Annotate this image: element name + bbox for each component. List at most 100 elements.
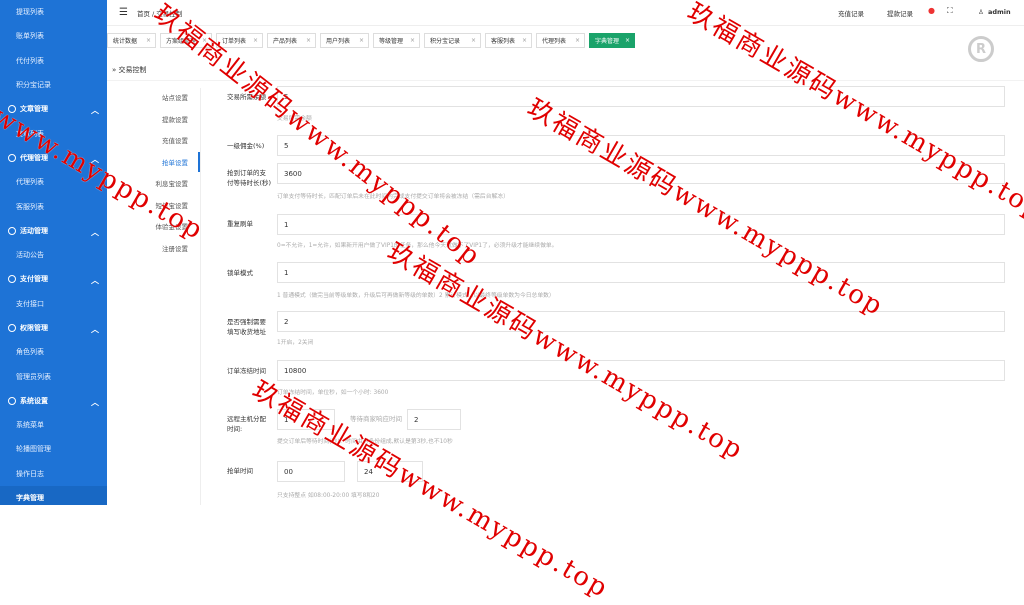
tab-strip: 统计数据×方案组管理×订单列表×产品列表×用户列表×等级管理×积分宝记录×客服列… xyxy=(107,33,1024,50)
tab-label: 积分宝记录 xyxy=(430,36,460,45)
tab-label: 字典管理 xyxy=(595,36,619,45)
balance-input[interactable]: 5 xyxy=(277,86,1005,107)
sidebar-group[interactable]: 活动管理︿ xyxy=(0,219,107,243)
field-label: 抢到订单的支付等待时长(秒) xyxy=(227,168,272,188)
sidebar-group[interactable]: 代理管理 ︿ xyxy=(0,146,107,170)
grab-start-hour-input[interactable]: 00 xyxy=(277,461,345,482)
sidebar-item-label: 角色列表 xyxy=(16,347,44,357)
field-label: 抢单时间 xyxy=(227,466,277,476)
sidebar-item[interactable]: 管理员列表 xyxy=(0,364,107,388)
menu-toggle-icon[interactable]: ☰ xyxy=(119,7,128,18)
sidebar-item[interactable]: 文章列表 xyxy=(0,121,107,145)
close-icon[interactable]: × xyxy=(253,37,258,44)
sidebar-item-label: 账单列表 xyxy=(16,31,44,41)
tab-label: 用户列表 xyxy=(326,36,350,45)
grab-end-hour-input[interactable]: 24 xyxy=(357,461,423,482)
sidebar-item[interactable]: 系统菜单 xyxy=(0,413,107,437)
chevron-up-icon: ︿ xyxy=(91,105,99,116)
tab[interactable]: 等级管理 × xyxy=(373,33,420,48)
field-hint: 提交订单后等待时间(秒)：时间由对多份组成,默认是第3秒,也不10秒 xyxy=(277,436,453,445)
sidebar-item[interactable]: 字典管理 xyxy=(0,486,107,505)
sidebar-item[interactable]: 代付列表 xyxy=(0,49,107,73)
tab[interactable]: 积分宝记录 × xyxy=(424,33,481,48)
field-hint: 只支持整点 如08:00-20:00 填写8和20 xyxy=(277,490,379,499)
sidebar-group[interactable]: 系统设置︿ xyxy=(0,389,107,413)
subnav-item[interactable]: 提款设置 xyxy=(162,114,188,124)
tab[interactable]: 统计数据 × xyxy=(107,33,156,48)
subnav-item[interactable]: 注册设置 xyxy=(162,243,188,253)
sidebar-item-label: 客服列表 xyxy=(16,202,44,212)
close-icon[interactable]: × xyxy=(522,37,527,44)
remote-host-time-input[interactable]: 1 xyxy=(277,409,335,430)
sidebar-item[interactable]: 操作日志 xyxy=(0,462,107,486)
watermark-text: 玖福商业源码www.myppp.top xyxy=(522,88,892,323)
sidebar-item-label: 代理管理 xyxy=(20,153,48,163)
watermark-text: 玖福商业源码www.myppp.top xyxy=(247,370,617,605)
sidebar-item[interactable]: 提现列表 xyxy=(0,0,107,24)
sidebar-item[interactable]: 账单列表 xyxy=(0,24,107,48)
tab[interactable]: 字典管理 × xyxy=(589,33,635,48)
repeat-order-input[interactable]: 1 xyxy=(277,214,1005,235)
field-hint: 订单支付等待时长，匹配订单后未在此时间内完成支付提交订单将会被冻结（需后台解冻） xyxy=(277,191,509,200)
close-icon[interactable]: × xyxy=(306,37,311,44)
address-required-input[interactable]: 2 xyxy=(277,311,1005,332)
sidebar-item[interactable]: 角色列表 xyxy=(0,340,107,364)
sidebar-item-label: 积分宝记录 xyxy=(16,80,51,90)
sidebar-item-label: 系统菜单 xyxy=(16,420,44,430)
sidebar-item-label: 系统设置 xyxy=(20,396,48,406)
close-icon[interactable]: × xyxy=(359,37,364,44)
sidebar-item[interactable]: 轮播图管理 xyxy=(0,437,107,461)
subnav-item[interactable]: 抢单设置 xyxy=(162,157,188,167)
subnav-item[interactable]: 体验金设置 xyxy=(156,221,189,231)
user-icon[interactable]: ♙ xyxy=(978,8,984,16)
field-hint: 订单冻结时间，单位秒，如一个小时: 3600 xyxy=(277,387,388,396)
close-icon[interactable]: × xyxy=(471,37,476,44)
field-label: 一级佣金(%) xyxy=(227,141,277,151)
field-label: 锁单模式 xyxy=(227,268,277,278)
tab-label: 产品列表 xyxy=(273,36,297,45)
tab-label: 等级管理 xyxy=(379,36,403,45)
sidebar-item[interactable]: 积分宝记录 xyxy=(0,73,107,97)
sidebar-item[interactable]: 活动公告 xyxy=(0,243,107,267)
chevron-up-icon: ︿ xyxy=(91,154,99,165)
menu-group-icon xyxy=(8,105,16,113)
sidebar-item[interactable]: 客服列表 xyxy=(0,194,107,218)
subnav-item[interactable]: 短信宝设置 xyxy=(156,200,189,210)
tab[interactable]: 产品列表 × xyxy=(267,33,316,48)
wait-time-input[interactable]: 3600 xyxy=(277,163,1005,184)
tab-label: 方案组管理 xyxy=(166,36,196,45)
field-hint: 1 普通模式（做完当前等级单数，升级后可再做新等级的单数）2 累计模式（以最终等… xyxy=(277,290,555,299)
sidebar-item-label: 代付列表 xyxy=(16,56,44,66)
tab[interactable]: 客服列表 × xyxy=(485,33,532,48)
merchant-response-time-input[interactable]: 2 xyxy=(407,409,461,430)
user-name[interactable]: admin xyxy=(988,8,1011,16)
close-icon[interactable]: × xyxy=(575,37,580,44)
sidebar-group[interactable]: 权限管理︿ xyxy=(0,316,107,340)
sidebar-item-label: 支付管理 xyxy=(20,274,48,284)
section-divider xyxy=(107,80,1024,81)
sidebar-group[interactable]: 文章管理︿ xyxy=(0,97,107,121)
notification-bell-icon[interactable]: ● xyxy=(928,6,935,15)
commission-input[interactable]: 5 xyxy=(277,135,1005,156)
subnav-item[interactable]: 利息宝设置 xyxy=(156,178,189,188)
tab[interactable]: 代理列表× xyxy=(536,33,585,48)
close-icon[interactable]: × xyxy=(625,37,630,44)
sidebar-item[interactable]: 代理列表 xyxy=(0,170,107,194)
subnav-item[interactable]: 站点设置 xyxy=(162,92,188,102)
tab[interactable]: 用户列表 × xyxy=(320,33,369,48)
subnav-item[interactable]: 充值设置 xyxy=(162,135,188,145)
tab-label: 客服列表 xyxy=(491,36,515,45)
sidebar-item[interactable]: 支付接口 xyxy=(0,292,107,316)
recharge-records-link[interactable]: 充值记录 xyxy=(838,8,864,18)
close-icon[interactable]: × xyxy=(202,37,207,44)
lock-mode-input[interactable]: 1 xyxy=(277,262,1005,283)
tab[interactable]: 方案组管理 × xyxy=(160,33,212,48)
withdraw-records-link[interactable]: 提款记录 xyxy=(887,8,913,18)
tab-label: 统计数据 xyxy=(113,36,137,45)
sidebar-group[interactable]: 支付管理︿ xyxy=(0,267,107,291)
tab[interactable]: 订单列表× xyxy=(216,33,263,48)
close-icon[interactable]: × xyxy=(146,37,151,44)
freeze-time-input[interactable]: 10800 xyxy=(277,360,1005,381)
close-icon[interactable]: × xyxy=(410,37,415,44)
fullscreen-icon[interactable]: ⛶ xyxy=(947,6,953,16)
